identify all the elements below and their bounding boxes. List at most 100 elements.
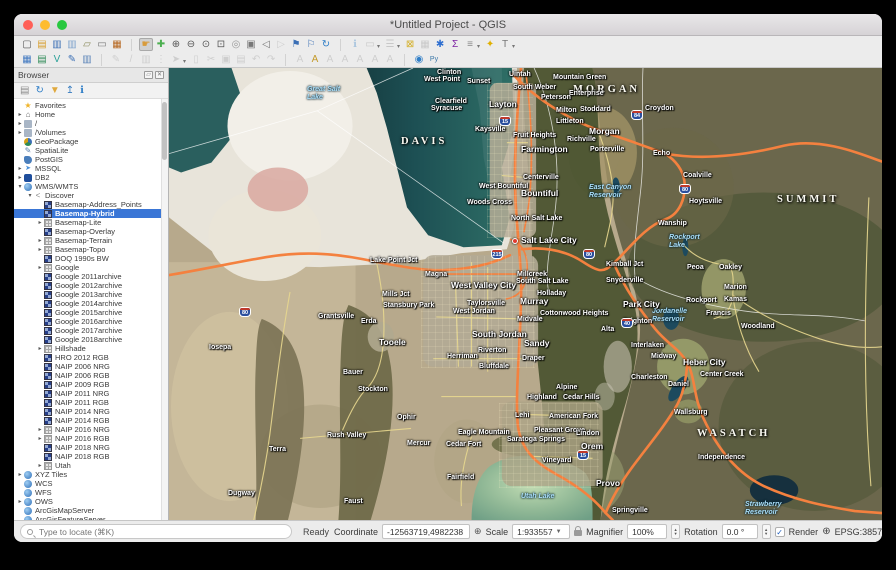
new-geopackage-layer-button[interactable]: ▤: [35, 53, 49, 66]
expander-icon[interactable]: ▸: [16, 129, 24, 136]
tree-item-geopackage[interactable]: GeoPackage: [14, 137, 168, 146]
expander-icon[interactable]: ▸: [16, 165, 24, 172]
expander-icon[interactable]: ▸: [36, 435, 44, 442]
expander-icon[interactable]: ▸: [16, 498, 24, 505]
zoom-full-button[interactable]: ⊡: [214, 38, 228, 51]
tree-item-wcs[interactable]: WCS: [14, 479, 168, 488]
new-temporary-scratch-layer-button[interactable]: ▥: [80, 53, 94, 66]
save-project-button[interactable]: ▥: [50, 38, 64, 51]
expander-icon[interactable]: ▸: [36, 264, 44, 271]
tree-item-wfs[interactable]: WFS: [14, 488, 168, 497]
zoom-in-button[interactable]: ⊕: [169, 38, 183, 51]
locator-input[interactable]: [37, 525, 285, 538]
paste-features-button[interactable]: ▤: [234, 53, 248, 66]
tree-item-spatialite[interactable]: ✎ SpatiaLite: [14, 146, 168, 155]
expander-icon[interactable]: ▸: [36, 246, 44, 253]
dropdown-arrow-icon[interactable]: ▾: [397, 43, 400, 50]
expander-icon[interactable]: ▾: [26, 192, 34, 199]
tree-item-hro-2012-rgb[interactable]: HRO 2012 RGB: [14, 353, 168, 362]
dropdown-arrow-icon[interactable]: ▾: [377, 43, 380, 50]
tree-item-naip-2014-rgb[interactable]: NAIP 2014 RGB: [14, 416, 168, 425]
vertex-tool-button[interactable]: ➤: [169, 53, 183, 66]
new-shapefile-layer-button[interactable]: ✎: [65, 53, 79, 66]
tree-item-naip-2018-rgb[interactable]: NAIP 2018 RGB: [14, 452, 168, 461]
expander-icon[interactable]: ▸: [16, 111, 24, 118]
rotation-stepper[interactable]: ▲ ▼: [761, 524, 771, 539]
title-bar[interactable]: *Untitled Project - QGIS: [14, 14, 882, 36]
close-panel-icon[interactable]: ✕: [155, 71, 164, 79]
scale-combo[interactable]: 1:933557 ▼: [512, 524, 571, 539]
cut-features-button[interactable]: ✂: [204, 53, 218, 66]
expander-icon[interactable]: ▸: [36, 462, 44, 469]
tree-item--[interactable]: ▸ /: [14, 119, 168, 128]
float-panel-icon[interactable]: ▱: [144, 71, 153, 79]
tree-item-basemap-lite[interactable]: ▸ Basemap-Lite: [14, 218, 168, 227]
tree-item-basemap-terrain[interactable]: ▸ Basemap-Terrain: [14, 236, 168, 245]
tree-item-discover[interactable]: ▾ < Discover: [14, 191, 168, 200]
tree-item-hillshade[interactable]: ▸ Hillshade: [14, 344, 168, 353]
change-label-properties-button[interactable]: A: [383, 53, 397, 66]
locator-box[interactable]: [20, 524, 292, 539]
tree-item-google-2016archive[interactable]: Google 2016archive: [14, 317, 168, 326]
filter-browser-button[interactable]: ▼: [50, 85, 60, 97]
refresh-map-button[interactable]: ↻: [319, 38, 333, 51]
pan-to-selection-button[interactable]: ✚: [154, 38, 168, 51]
tree-item-naip-2011-nrg[interactable]: NAIP 2011 NRG: [14, 389, 168, 398]
redo-button[interactable]: ↷: [264, 53, 278, 66]
tree-item-postgis[interactable]: PostGIS: [14, 155, 168, 164]
tree-item-naip-2016-nrg[interactable]: ▸ NAIP 2016 NRG: [14, 425, 168, 434]
expander-icon[interactable]: ▸: [36, 237, 44, 244]
tree-item-google-2012archive[interactable]: Google 2012archive: [14, 281, 168, 290]
statistical-summary-button[interactable]: Σ: [448, 38, 462, 51]
close-window-button[interactable]: [23, 20, 33, 30]
tree-item-google-2015archive[interactable]: Google 2015archive: [14, 308, 168, 317]
expander-icon[interactable]: ▸: [36, 426, 44, 433]
expander-icon[interactable]: ▸: [36, 219, 44, 226]
tree-item-utah[interactable]: ▸ Utah: [14, 461, 168, 470]
select-features-button[interactable]: ▭: [363, 38, 377, 51]
measure-button[interactable]: ≡: [463, 38, 477, 51]
dropdown-arrow-icon[interactable]: ▾: [512, 43, 515, 50]
expander-icon[interactable]: ▸: [16, 120, 24, 127]
undo-button[interactable]: ↶: [249, 53, 263, 66]
tree-item-basemap-address-points[interactable]: Basemap-Address_Points: [14, 200, 168, 209]
zoom-next-button[interactable]: ▷: [274, 38, 288, 51]
tree-item-xyz-tiles[interactable]: ▸ XYZ Tiles: [14, 470, 168, 479]
new-project-button[interactable]: ▢: [20, 38, 34, 51]
text-annotation-button[interactable]: T: [498, 38, 512, 51]
refresh-browser-button[interactable]: ↻: [35, 85, 43, 97]
layer-labeling-button[interactable]: A: [293, 53, 307, 66]
lock-scale-icon[interactable]: [574, 526, 583, 536]
show-spatial-bookmarks-button[interactable]: ⚐: [304, 38, 318, 51]
tree-item-google-2017archive[interactable]: Google 2017archive: [14, 326, 168, 335]
minimize-window-button[interactable]: [40, 20, 50, 30]
tree-item-google-2011archive[interactable]: Google 2011archive: [14, 272, 168, 281]
rotation-field[interactable]: 0.0 °: [721, 524, 758, 539]
select-by-expression-button[interactable]: ☰: [383, 38, 397, 51]
tree-item-arcgismapserver[interactable]: ArcGisMapServer: [14, 506, 168, 515]
tree-item-basemap-overlay[interactable]: Basemap-Overlay: [14, 227, 168, 236]
expander-icon[interactable]: ▾: [16, 183, 24, 190]
open-attribute-table-button[interactable]: ▦: [418, 38, 432, 51]
open-project-button[interactable]: ▤: [35, 38, 49, 51]
metasearch-button[interactable]: ◉: [412, 53, 426, 66]
extent-toggle-icon[interactable]: ⊕: [474, 526, 482, 537]
save-project-as-button[interactable]: ▥: [65, 38, 79, 51]
map-canvas[interactable]: Great Salt Lake Utah Lake East Canyon Rese…: [169, 68, 882, 520]
crs-status[interactable]: EPSG:3857: [835, 527, 882, 537]
zoom-last-button[interactable]: ◁: [259, 38, 273, 51]
identify-features-button[interactable]: ℹ: [348, 38, 362, 51]
crs-globe-icon[interactable]: ⊕: [822, 526, 830, 537]
properties-widget-button[interactable]: ℹ: [80, 85, 84, 97]
tree-item-db2[interactable]: ▸ DB2: [14, 173, 168, 182]
data-source-manager-button[interactable]: ▦: [20, 53, 34, 66]
delete-selected-button[interactable]: ▯: [189, 53, 203, 66]
pin-labels-button[interactable]: A: [323, 53, 337, 66]
tree-item-naip-2006-nrg[interactable]: NAIP 2006 NRG: [14, 362, 168, 371]
tree-item-google-2018archive[interactable]: Google 2018archive: [14, 335, 168, 344]
expander-icon[interactable]: ▸: [16, 174, 24, 181]
python-console-button[interactable]: Py: [427, 53, 441, 66]
tree-item-google-2014archive[interactable]: Google 2014archive: [14, 299, 168, 308]
browser-scrollbar[interactable]: [161, 99, 168, 520]
add-selected-layers-button[interactable]: ▤: [20, 85, 29, 97]
